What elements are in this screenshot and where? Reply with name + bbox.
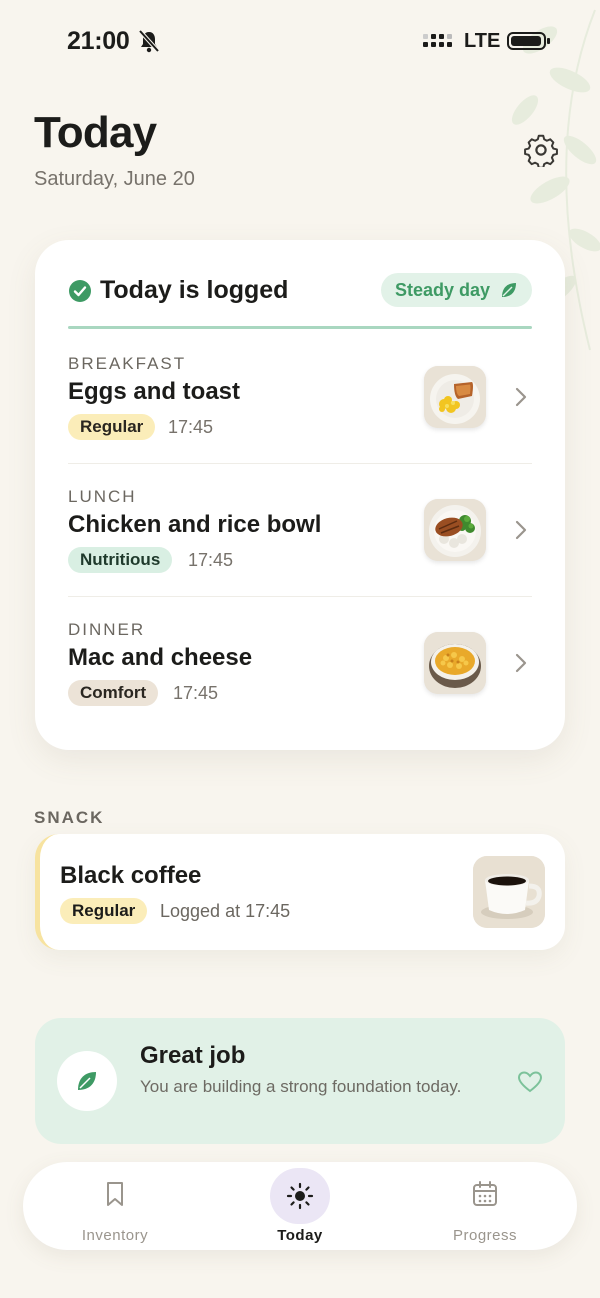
meal-category: BREAKFAST (68, 354, 187, 373)
meal-time: 17:45 (188, 550, 234, 570)
chevron-right-icon[interactable] (514, 652, 528, 674)
heart-icon[interactable] (517, 1070, 543, 1094)
leaf-badge (57, 1051, 117, 1111)
encouragement-title: Great job (140, 1042, 246, 1069)
encouragement-message: You are building a strong foundation tod… (140, 1077, 462, 1096)
bell-off-icon (138, 29, 160, 53)
bookmark-icon (107, 1182, 123, 1206)
nav-label: Progress (452, 1227, 518, 1244)
chevron-right-icon[interactable] (514, 519, 528, 541)
status-bar: 21:00 LTE (0, 0, 600, 84)
meal-name: Mac and cheese (68, 644, 253, 671)
meal-tag: Comfort (68, 680, 159, 706)
encouragement-card: Great job You are building a strong foun… (35, 1018, 565, 1144)
logged-status-text: Today is logged (100, 276, 289, 304)
snack-heading: SNACK (34, 808, 105, 827)
page-title: Today (34, 108, 157, 157)
status-time: 21:00 (67, 27, 130, 55)
meal-separator (68, 596, 532, 597)
nav-item-today[interactable]: Today (220, 1162, 380, 1250)
snack-tag: Regular (60, 898, 148, 924)
coffee-cup-icon (473, 856, 545, 928)
leaf-icon (78, 1072, 96, 1090)
meal-row-dinner[interactable]: DINNER Mac and cheese Comfort 17:45 (68, 612, 532, 745)
daily-summary-card: Today is logged Steady day BREAKFAST Egg… (35, 240, 565, 750)
check-circle-icon (69, 280, 91, 302)
mac-cheese-bowl-icon (424, 632, 486, 694)
snack-logged-time: Logged at 17:45 (160, 901, 291, 921)
nav-label: Today (277, 1227, 323, 1244)
steady-day-badge: Steady day (380, 273, 532, 307)
page-date: Saturday, June 20 (34, 168, 195, 190)
meal-tag: Regular (68, 414, 156, 440)
sun-icon (286, 1182, 314, 1210)
meal-row-lunch[interactable]: LUNCH Chicken and rice bowl Nutritious 1… (68, 479, 532, 612)
signal-icon (423, 34, 452, 47)
meal-name: Eggs and toast (68, 378, 241, 405)
logged-status-row: Today is logged Steady day (68, 273, 532, 307)
leaf-icon (502, 283, 516, 297)
eggs-toast-plate-icon (424, 366, 486, 428)
nav-item-inventory[interactable]: Inventory (35, 1162, 195, 1250)
calendar-icon (473, 1181, 497, 1206)
meal-row-breakfast[interactable]: BREAKFAST Eggs and toast Regular 17:45 (68, 346, 532, 479)
meal-time: 17:45 (168, 417, 214, 437)
snack-card[interactable]: Black coffee Regular Logged at 17:45 (35, 834, 565, 950)
bottom-nav: Inventory Today Progress (23, 1162, 577, 1250)
network-type: LTE (464, 30, 501, 52)
meal-category: LUNCH (68, 487, 137, 506)
nav-label: Inventory (81, 1227, 149, 1244)
gear-icon[interactable] (524, 133, 558, 167)
meal-time: 17:45 (173, 683, 219, 703)
meal-category: DINNER (68, 620, 146, 639)
meal-tag: Nutritious (68, 547, 173, 573)
chevron-right-icon[interactable] (514, 386, 528, 408)
nav-item-progress[interactable]: Progress (405, 1162, 565, 1250)
divider (68, 326, 532, 329)
snack-name: Black coffee (60, 862, 202, 889)
chicken-rice-bowl-icon (424, 499, 486, 561)
battery-icon (507, 32, 550, 50)
meal-name: Chicken and rice bowl (68, 511, 322, 538)
steady-day-label: Steady day (394, 280, 490, 300)
meal-separator (68, 463, 532, 464)
